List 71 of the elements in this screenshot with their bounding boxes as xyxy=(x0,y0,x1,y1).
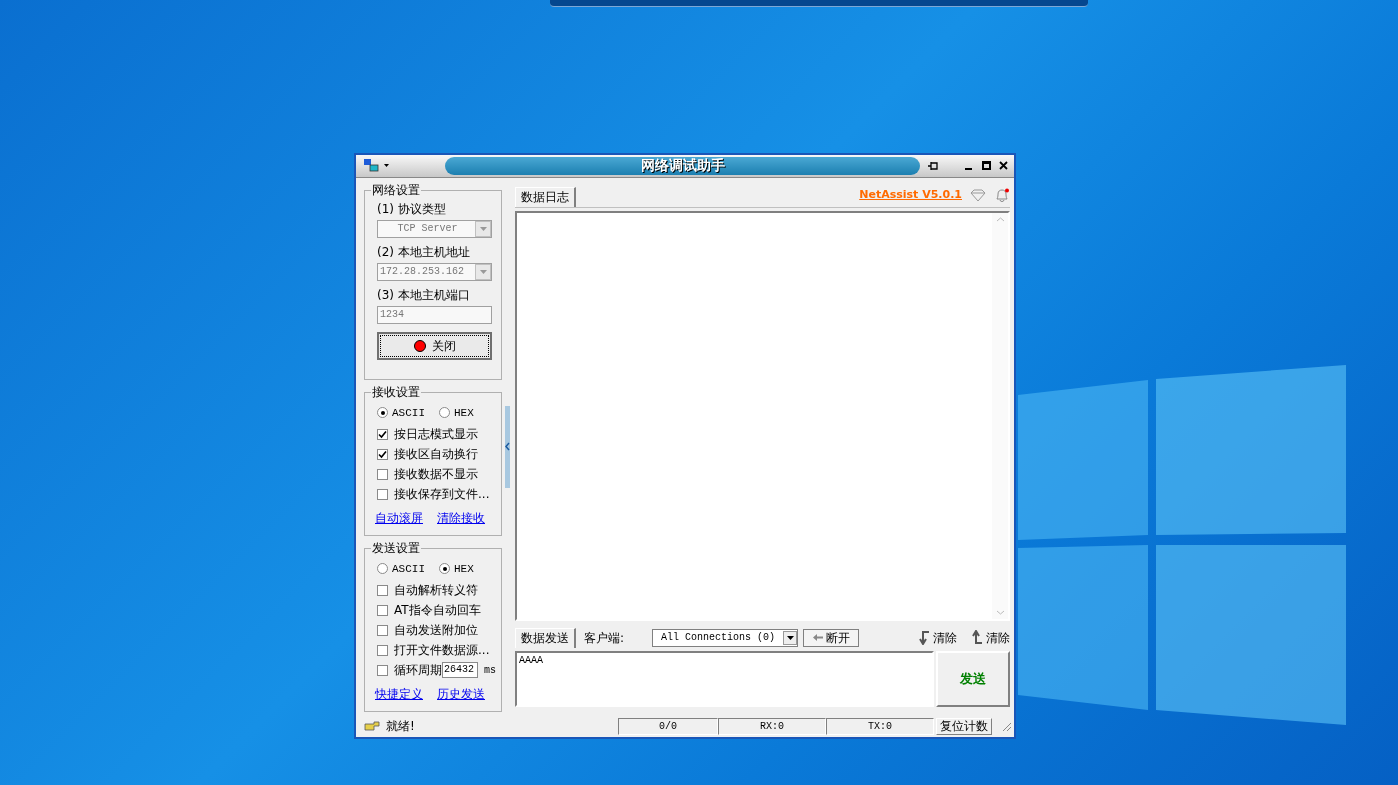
disconnect-button[interactable]: 断开 xyxy=(803,628,859,647)
radio-button[interactable] xyxy=(439,563,450,575)
checkbox[interactable] xyxy=(377,428,388,440)
field-label: (1) 协议类型 xyxy=(377,200,447,217)
resize-grip-icon[interactable] xyxy=(1000,720,1012,733)
group-title: 接收设置 xyxy=(371,384,421,399)
scroll-down-icon[interactable] xyxy=(995,609,1005,615)
checkbox[interactable] xyxy=(377,448,388,460)
checkbox-label[interactable]: 循环周期 xyxy=(394,661,442,679)
link[interactable]: 快捷定义 xyxy=(375,685,423,703)
checkbox-label[interactable]: 接收保存到文件... xyxy=(394,485,490,503)
radio-label[interactable]: HEX xyxy=(454,560,474,577)
checkbox-label[interactable]: 打开文件数据源... xyxy=(394,641,490,659)
network-icon[interactable] xyxy=(364,158,390,173)
minimize-icon[interactable] xyxy=(965,167,972,170)
client-label: 客户端: xyxy=(584,629,626,647)
checkbox[interactable] xyxy=(377,604,388,616)
checkbox[interactable] xyxy=(377,624,388,636)
scrollbar[interactable] xyxy=(992,212,1008,619)
bell-icon[interactable] xyxy=(994,187,1010,203)
reset-count-button[interactable]: 复位计数 xyxy=(936,717,992,735)
status-counter: TX:0 xyxy=(826,717,934,735)
client-select[interactable]: All Connections (0) xyxy=(652,628,798,647)
radio-button[interactable] xyxy=(377,407,388,419)
radio-button[interactable] xyxy=(377,563,388,575)
link[interactable]: 清除接收 xyxy=(437,509,485,527)
checkbox[interactable] xyxy=(377,664,388,676)
clear-button[interactable]: 清除 xyxy=(969,628,1010,647)
send-tab[interactable]: 数据发送 xyxy=(515,627,576,648)
checkbox-label[interactable]: 按日志模式显示 xyxy=(394,425,478,443)
checkbox[interactable] xyxy=(377,468,388,480)
field-label: (3) 本地主机端口 xyxy=(377,286,471,303)
checkbox-label[interactable]: 接收数据不显示 xyxy=(394,465,478,483)
period-field[interactable]: 26432 xyxy=(442,662,478,678)
status-counter: 0/0 xyxy=(618,717,718,735)
link[interactable]: 历史发送 xyxy=(437,685,485,703)
checkbox-label[interactable]: 接收区自动换行 xyxy=(394,445,478,463)
group-title: 发送设置 xyxy=(371,540,421,555)
checkbox-label[interactable]: 自动解析转义符 xyxy=(394,581,478,599)
close-connection-button[interactable]: 关闭 xyxy=(377,331,492,360)
radio-label[interactable]: ASCII xyxy=(392,404,425,421)
unit-label: ms xyxy=(484,663,496,678)
chevron-left-icon[interactable] xyxy=(505,442,510,451)
checkbox-label[interactable]: 自动发送附加位 xyxy=(394,621,478,639)
splitter-handle[interactable] xyxy=(505,405,510,488)
close-icon[interactable] xyxy=(999,161,1008,171)
curved-up-arrow-icon xyxy=(969,630,983,645)
maximize-icon[interactable] xyxy=(982,161,991,171)
status-counter: RX:0 xyxy=(718,717,826,735)
checkbox-label[interactable]: AT指令自动回车 xyxy=(394,601,481,619)
checkbox[interactable] xyxy=(377,644,388,656)
status-message: 就绪! xyxy=(386,718,416,736)
window-title: 网络调试助手 xyxy=(640,156,725,176)
radio-label[interactable]: ASCII xyxy=(392,560,425,577)
diamond-icon[interactable] xyxy=(970,188,986,202)
pin-icon[interactable] xyxy=(927,160,939,171)
checkbox[interactable] xyxy=(377,488,388,500)
pointing-hand-icon xyxy=(364,720,380,733)
log-tab[interactable]: 数据日志 xyxy=(515,186,576,207)
group-title: 网络设置 xyxy=(371,182,421,197)
clear-button[interactable]: 清除 xyxy=(916,628,957,647)
curved-down-arrow-icon xyxy=(916,630,930,645)
checkbox[interactable] xyxy=(377,584,388,596)
link[interactable]: 自动滚屏 xyxy=(375,509,423,527)
radio-label[interactable]: HEX xyxy=(454,404,474,421)
send-button[interactable]: 发送 xyxy=(936,650,1010,707)
send-text-area[interactable]: AAAA xyxy=(515,650,934,707)
arrow-left-icon xyxy=(812,634,823,641)
field-label: (2) 本地主机地址 xyxy=(377,243,471,260)
scroll-up-icon[interactable] xyxy=(995,216,1005,222)
radio-button[interactable] xyxy=(439,407,450,419)
